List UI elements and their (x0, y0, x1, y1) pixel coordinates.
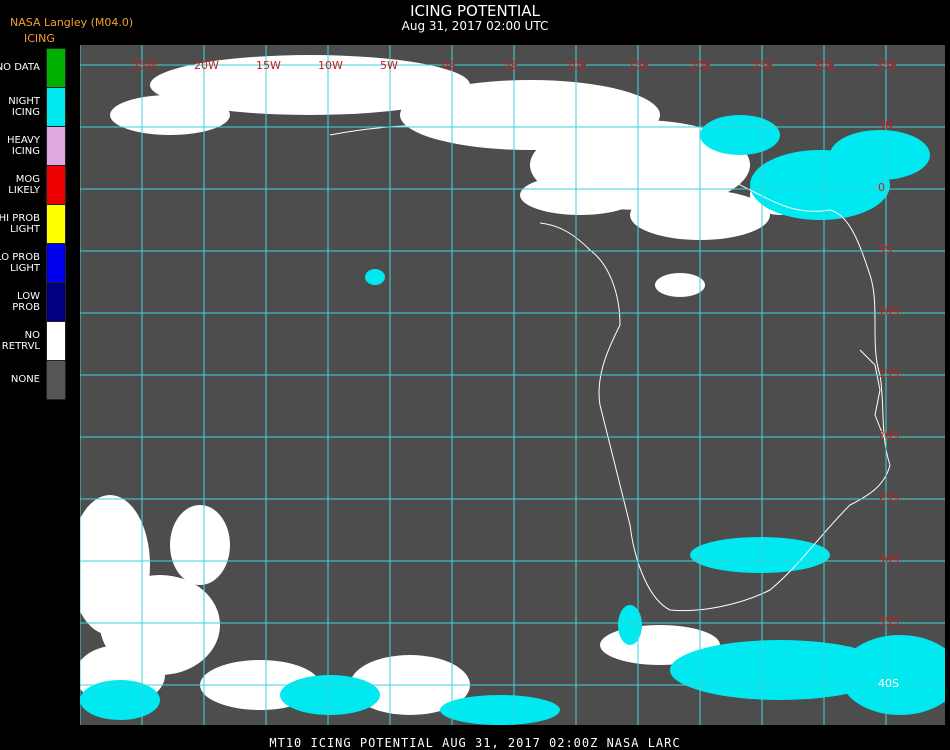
legend-item: NO RETRVL (0, 321, 70, 361)
latitude-label: 5S (878, 243, 892, 256)
longitude-label: 5W (380, 59, 398, 72)
legend-swatch (46, 48, 66, 88)
longitude-label: 10W (318, 59, 343, 72)
legend-item: HEAVY ICING (0, 126, 70, 166)
legend-item: HI PROB LIGHT (0, 204, 70, 244)
legend-item: LOW PROB (0, 282, 70, 322)
longitude-label: 15E (628, 59, 649, 72)
image-timestamp: Aug 31, 2017 02:00 UTC (401, 19, 549, 33)
legend-label: MOG LIKELY (8, 173, 40, 196)
legend-label: LOW PROB (12, 290, 40, 313)
latitude-label: 10S (878, 305, 899, 318)
legend-swatch (46, 282, 66, 322)
latitude-label: 15S (878, 367, 899, 380)
legend-item: NONE (0, 360, 70, 400)
legend-label: HI PROB LIGHT (0, 212, 40, 235)
longitude-label: 10E (566, 59, 587, 72)
legend-item: LO PROB LIGHT (0, 243, 70, 283)
legend-swatch (46, 165, 66, 205)
longitude-label: 20E (690, 59, 711, 72)
legend-label: NO DATA (0, 62, 40, 73)
legend-label: NIGHT ICING (8, 95, 40, 118)
legend-swatch (46, 321, 66, 361)
latitude-label: 25S (878, 491, 899, 504)
legend-swatch (46, 204, 66, 244)
legend-swatch (46, 87, 66, 127)
latitude-label: 0 (878, 181, 885, 194)
longitude-label: 15W (256, 59, 281, 72)
latitude-label: 40S (878, 677, 899, 690)
legend-swatch (46, 360, 66, 400)
longitude-label: 5E (504, 59, 518, 72)
legend-label: LO PROB LIGHT (0, 251, 40, 274)
legend-label: NONE (10, 374, 40, 385)
source-label: NASA Langley (M04.0) (10, 16, 134, 29)
product-label: ICING (24, 32, 55, 45)
longitude-label: 25W (132, 59, 157, 72)
longitude-label: 25E (752, 59, 773, 72)
footer-caption: MT10 ICING POTENTIAL AUG 31, 2017 02:00Z… (269, 736, 681, 750)
image-title: ICING POTENTIAL (410, 2, 540, 20)
legend-item: NO DATA (0, 48, 70, 88)
legend-swatch (46, 243, 66, 283)
longitude-label: 20W (194, 59, 219, 72)
longitude-label: 30E (814, 59, 835, 72)
latitude-label: 5N (878, 119, 893, 132)
legend-item: MOG LIKELY (0, 165, 70, 205)
legend-item: NIGHT ICING (0, 87, 70, 127)
latitude-label: 35S (878, 615, 899, 628)
longitude-label: 35E (876, 59, 897, 72)
legend-label: NO RETRVL (1, 329, 40, 352)
latitude-label: 20S (878, 429, 899, 442)
legend-label: HEAVY ICING (7, 134, 40, 157)
latitude-label: 30S (878, 553, 899, 566)
icing-map: 25W 20W 15W 10W 5W 0E 5E 10E 15E 20E 25E 30E 35E 5N 0 5… (80, 45, 945, 725)
longitude-label: 0E (442, 59, 456, 72)
legend-swatch (46, 126, 66, 166)
